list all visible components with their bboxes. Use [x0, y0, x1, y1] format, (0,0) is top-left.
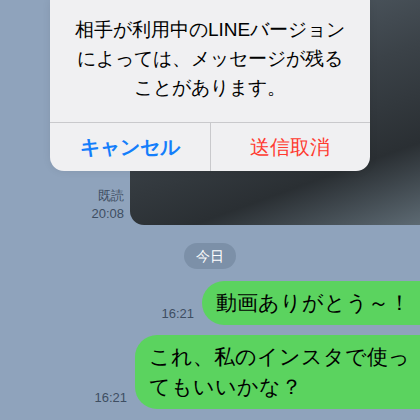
alert-dialog: 相手が利用中のLINEバージョンによっては、メッセージが残ることがあります。キャ… [50, 0, 370, 171]
chat-screen: 既読20:08 今日 16:21 動画ありがとう～！ 16:21 これ、私のインスタで使っ… [0, 0, 420, 420]
message-text: 動画ありがとう～！ [216, 288, 410, 318]
message-row: 16:21 動画ありがとう～！ [0, 281, 420, 325]
cancel-button[interactable]: キャンセル [50, 123, 210, 171]
message-text: てもいいかな？ [149, 372, 410, 402]
alert-message: 相手が利用中のLINEバージョンによっては、メッセージが残ることがあります。 [50, 0, 370, 122]
message-row: 16:21 これ、私のインスタで使ってもいいかな？ [0, 335, 420, 409]
date-separator: 今日 [184, 243, 236, 269]
read-status: 既読20:08 [91, 187, 124, 223]
message-bubble[interactable]: 動画ありがとう～！ [202, 281, 420, 325]
message-text: これ、私のインスタで使っ [149, 342, 410, 372]
unsend-button[interactable]: 送信取消 [210, 123, 371, 171]
message-time: 16:21 [94, 388, 127, 408]
read-label: 既読 [98, 187, 124, 205]
message-time: 16:21 [161, 304, 194, 324]
message-bubble[interactable]: これ、私のインスタで使ってもいいかな？ [135, 335, 420, 409]
message-time: 20:08 [91, 205, 124, 223]
